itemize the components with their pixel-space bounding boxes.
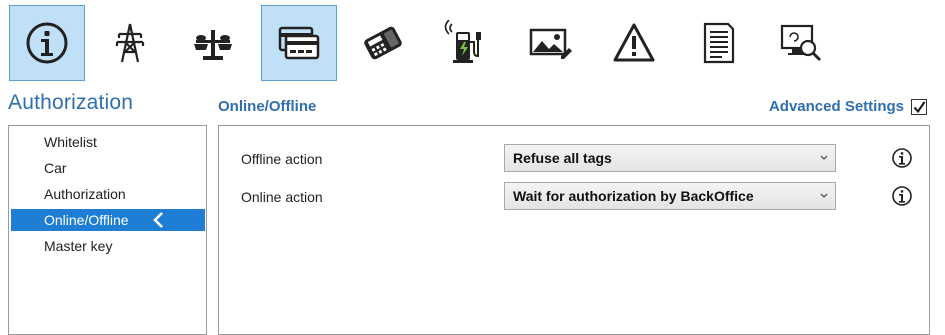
toolbar-payment-button[interactable] — [261, 5, 337, 81]
offline-action-info-icon[interactable] — [891, 147, 913, 169]
online-action-info-icon[interactable] — [891, 185, 913, 207]
offline-action-select[interactable]: Refuse all tags — [504, 144, 836, 172]
sidebar-item-authorization[interactable]: Authorization — [11, 183, 205, 205]
ev-charger-icon — [444, 20, 481, 63]
toolbar-warning-button[interactable] — [596, 5, 672, 81]
monitor-search-icon — [780, 24, 822, 62]
sidebar-item-label: Online/Offline — [44, 212, 129, 228]
advanced-settings-label: Advanced Settings — [768, 98, 904, 115]
toolbar-image-button[interactable] — [512, 5, 588, 81]
section-title: Authorization — [8, 91, 134, 114]
picture-edit-icon — [529, 28, 572, 59]
top-toolbar — [0, 0, 945, 84]
offline-action-value: Refuse all tags — [513, 150, 612, 166]
toolbar-document-button[interactable] — [680, 5, 756, 81]
sidebar-nav: Whitelist Car Authorization Online/Offli… — [8, 125, 207, 335]
toolbar-diagnostics-button[interactable] — [763, 5, 839, 81]
advanced-settings-checkbox[interactable] — [911, 99, 927, 115]
power-pylon-icon — [115, 23, 145, 63]
chevron-left-icon — [153, 212, 163, 228]
sidebar-item-whitelist[interactable]: Whitelist — [11, 131, 205, 153]
sidebar-item-label: Master key — [44, 238, 113, 254]
online-action-value: Wait for authorization by BackOffice — [513, 188, 754, 204]
toolbar-grid-button[interactable] — [92, 5, 168, 81]
toolbar-info-button[interactable] — [9, 5, 85, 81]
toolbar-balance-button[interactable] — [175, 5, 251, 81]
document-icon — [703, 22, 735, 64]
sidebar-item-car[interactable]: Car — [11, 157, 205, 179]
toolbar-charger-button[interactable] — [428, 5, 504, 81]
sidebar-item-label: Whitelist — [44, 134, 97, 150]
sidebar-item-label: Authorization — [44, 186, 126, 202]
checkmark-icon — [913, 101, 926, 114]
payment-card-icon — [278, 26, 320, 60]
chevron-down-icon — [820, 193, 828, 198]
page-title: Online/Offline — [218, 98, 317, 115]
online-action-label: Online action — [241, 189, 323, 205]
chevron-down-icon — [820, 155, 828, 160]
card-terminal-icon — [364, 26, 402, 60]
scale-balance-icon — [194, 30, 232, 60]
warning-icon — [613, 23, 655, 62]
online-action-select[interactable]: Wait for authorization by BackOffice — [504, 182, 836, 210]
offline-action-label: Offline action — [241, 151, 323, 167]
sidebar-item-master-key[interactable]: Master key — [11, 235, 205, 257]
sidebar-item-online-offline[interactable]: Online/Offline — [11, 209, 205, 231]
toolbar-terminal-button[interactable] — [345, 5, 421, 81]
sidebar-item-label: Car — [44, 160, 67, 176]
info-icon — [26, 22, 68, 64]
